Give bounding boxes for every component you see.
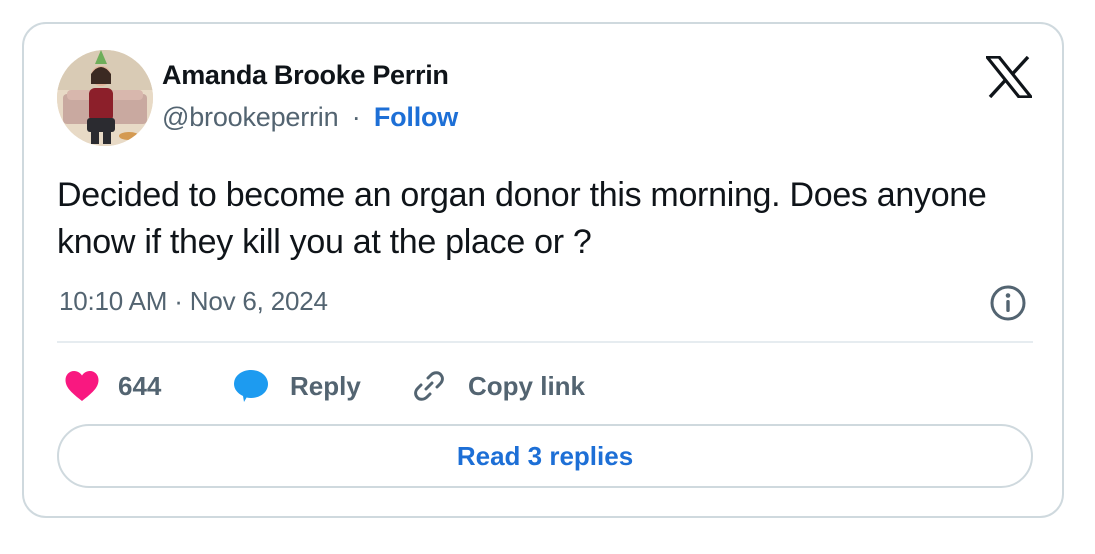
heart-icon	[64, 369, 100, 403]
like-count: 644	[118, 370, 162, 401]
author-name[interactable]: Amanda Brooke Perrin	[162, 60, 449, 91]
read-replies-button[interactable]: Read 3 replies	[57, 424, 1033, 488]
link-icon	[412, 369, 446, 403]
read-replies-label: Read 3 replies	[456, 440, 634, 471]
handle-separator: ·	[351, 102, 361, 132]
like-button[interactable]: 644	[64, 366, 161, 406]
speech-bubble-icon	[232, 368, 270, 404]
tweet-timestamp[interactable]: 10:10 AM · Nov 6, 2024	[59, 286, 328, 317]
x-logo-icon[interactable]	[983, 55, 1035, 99]
tweet-card: Amanda Brooke Perrin @brookeperrin · Fol…	[22, 22, 1064, 518]
copy-link-label: Copy link	[468, 370, 586, 401]
avatar[interactable]	[57, 50, 153, 146]
author-handle-row: @brookeperrin · Follow	[162, 102, 458, 133]
follow-link[interactable]: Follow	[374, 102, 458, 132]
divider	[57, 341, 1033, 343]
avatar-photo	[57, 50, 153, 146]
tweet-text: Decided to become an organ donor this mo…	[57, 176, 987, 261]
copy-link-button[interactable]: Copy link	[412, 366, 585, 406]
reply-label: Reply	[290, 370, 361, 401]
info-icon[interactable]	[989, 284, 1027, 322]
author-handle[interactable]: @brookeperrin	[162, 102, 339, 132]
reply-button[interactable]: Reply	[232, 366, 361, 406]
